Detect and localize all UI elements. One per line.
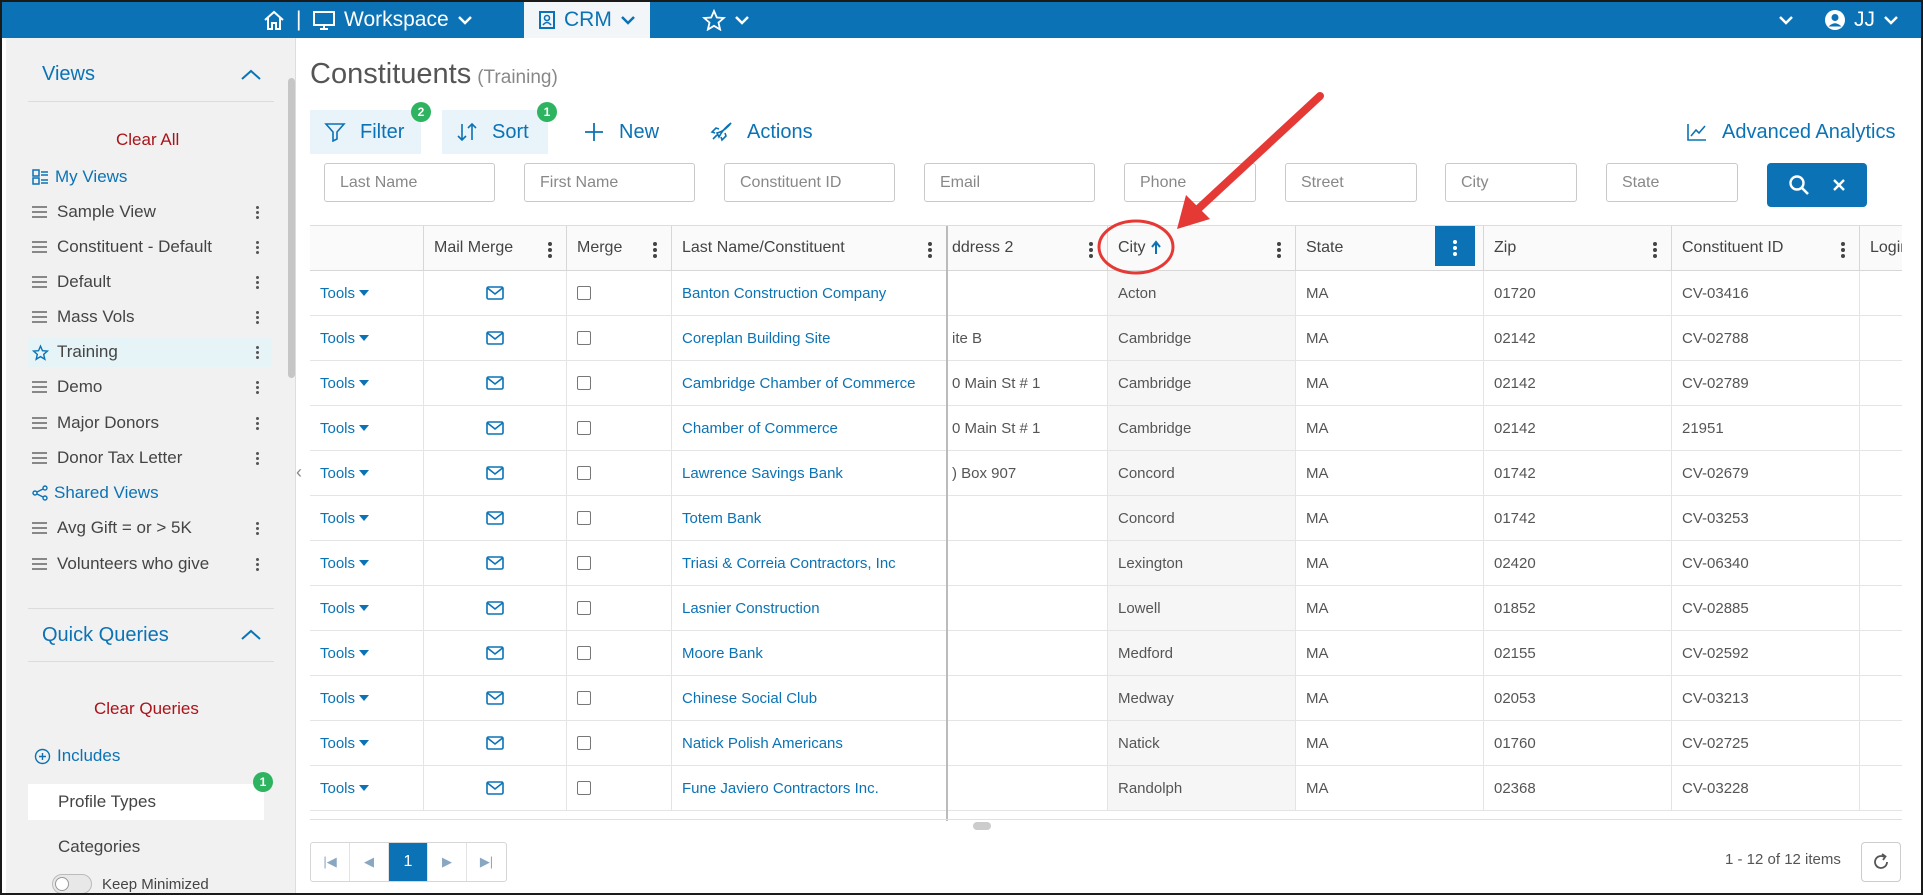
- annotation-arrow-shaft: [1193, 92, 1324, 214]
- app-window: | Workspace CRM JJ Views Clear All My Vi…: [0, 0, 1923, 895]
- highlight-circle: [1097, 219, 1175, 275]
- annotation-overlay: [1097, 92, 1324, 275]
